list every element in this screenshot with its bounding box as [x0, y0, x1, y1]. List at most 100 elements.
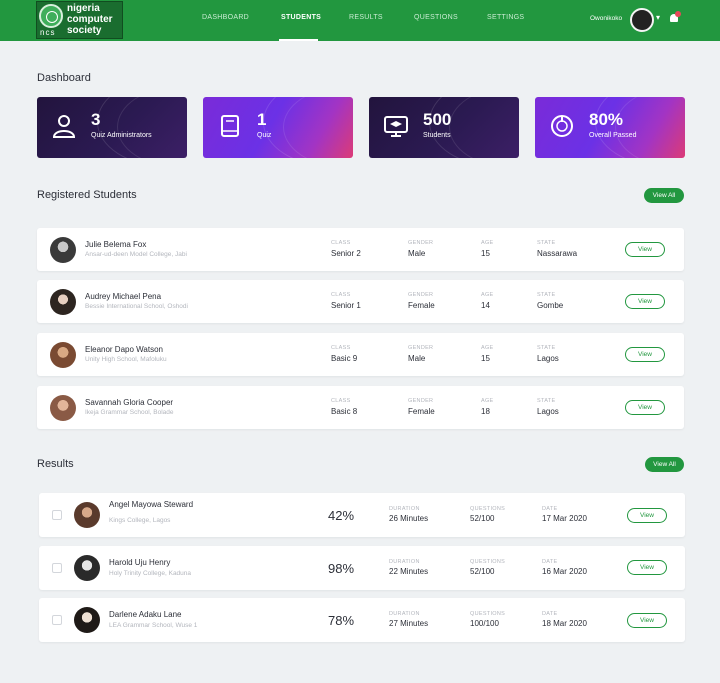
view-student-button[interactable]: View [625, 347, 665, 362]
view-result-button[interactable]: View [627, 508, 667, 523]
student-row[interactable]: Julie Belema Fox Ansar-ud-deen Model Col… [37, 228, 684, 271]
chevron-down-icon[interactable]: ▾ [656, 13, 660, 22]
student-name: Savannah Gloria Cooper [85, 398, 174, 407]
view-student-button[interactable]: View [625, 294, 665, 309]
date-value: 16 Mar 2020 [542, 567, 587, 576]
age-value: 15 [481, 354, 490, 363]
student-school: Bessie International School, Oshodi [85, 303, 188, 310]
nav-dashboard[interactable]: DASHBOARD [202, 14, 249, 21]
stat-card-students[interactable]: 500 Students [369, 97, 519, 158]
result-row[interactable]: Darlene Adaku Lane LEA Grammar School, W… [39, 598, 685, 642]
questions-value: 52/100 [470, 567, 495, 576]
dashboard-title: Dashboard [37, 72, 91, 84]
user-name[interactable]: Owonikoko [590, 15, 622, 22]
class-value: Senior 1 [331, 301, 361, 310]
questions-value: 52/100 [470, 514, 495, 523]
date-label: DATE [542, 559, 558, 565]
nav-questions[interactable]: QUESTIONS [414, 14, 458, 21]
view-result-button[interactable]: View [627, 560, 667, 575]
results-title: Results [37, 458, 74, 470]
avatar [74, 502, 100, 528]
student-school: Holy Trinity College, Kaduna [109, 570, 192, 577]
state-value: Lagos [537, 407, 559, 416]
top-navigation-bar: ncs nigeria computer society DASHBOARD S… [0, 0, 720, 41]
notification-bell-icon[interactable] [669, 11, 681, 25]
date-value: 18 Mar 2020 [542, 619, 587, 628]
avatar [74, 607, 100, 633]
monitor-graduation-cap-icon [384, 116, 408, 137]
score-percent: 98% [328, 561, 355, 576]
age-label: AGE [481, 292, 494, 298]
class-value: Senior 2 [331, 249, 361, 258]
view-all-students-button[interactable]: View All [644, 188, 684, 203]
duration-label: DURATION [389, 611, 420, 617]
nav-settings[interactable]: SETTINGS [487, 14, 524, 21]
questions-label: QUESTIONS [470, 611, 506, 617]
class-label: CLASS [331, 345, 351, 351]
row-checkbox[interactable] [52, 510, 62, 520]
questions-label: QUESTIONS [470, 506, 506, 512]
class-value: Basic 9 [331, 354, 358, 363]
age-label: AGE [481, 345, 494, 351]
student-row[interactable]: Audrey Michael Pena Bessie International… [37, 280, 684, 323]
result-row[interactable]: Harold Uju Henry Holy Trinity College, K… [39, 546, 685, 590]
gender-value: Female [408, 301, 435, 310]
stat-value: 500 [423, 110, 452, 129]
duration-value: 27 Minutes [389, 619, 429, 628]
student-name: Eleanor Dapo Watson [85, 345, 163, 354]
nav-students[interactable]: STUDENTS [281, 14, 321, 21]
avatar [50, 289, 76, 315]
view-student-button[interactable]: View [625, 242, 665, 257]
user-avatar[interactable] [630, 8, 654, 32]
age-label: AGE [481, 240, 494, 246]
student-school: LEA Grammar School, Wuse 1 [109, 622, 198, 629]
questions-value: 100/100 [470, 619, 499, 628]
duration-label: DURATION [389, 559, 420, 565]
stat-card-quiz-administrators[interactable]: 3 Quiz Administrators [37, 97, 187, 158]
stat-label: Quiz Administrators [91, 132, 152, 139]
gender-label: GENDER [408, 292, 434, 298]
questions-label: QUESTIONS [470, 559, 506, 565]
stat-card-quiz[interactable]: 1 Quiz [203, 97, 353, 158]
logo-abbreviation: ncs [40, 28, 56, 37]
user-icon [52, 115, 76, 138]
avatar [50, 342, 76, 368]
class-label: CLASS [331, 398, 351, 404]
gender-label: GENDER [408, 398, 434, 404]
gauge-icon [551, 115, 573, 137]
state-label: STATE [537, 345, 556, 351]
result-row[interactable]: Angel Mayowa Steward Kings College, Lago… [39, 493, 685, 537]
stat-label: Students [423, 132, 451, 139]
nav-results[interactable]: RESULTS [349, 14, 383, 21]
student-school: Kings College, Lagos [109, 517, 171, 524]
stat-label: Quiz [257, 132, 272, 139]
gender-value: Female [408, 407, 435, 416]
registered-students-title: Registered Students [37, 189, 137, 201]
row-checkbox[interactable] [52, 563, 62, 573]
score-percent: 42% [328, 508, 355, 523]
gender-value: Male [408, 354, 426, 363]
score-percent: 78% [328, 613, 355, 628]
class-label: CLASS [331, 240, 351, 246]
student-school: Ansar-ud-deen Model College, Jabi [85, 251, 187, 258]
stat-card-overall-passed[interactable]: 80% Overall Passed [535, 97, 685, 158]
duration-value: 22 Minutes [389, 567, 429, 576]
stat-value: 3 [91, 110, 101, 129]
view-result-button[interactable]: View [627, 613, 667, 628]
stat-label: Overall Passed [589, 132, 637, 139]
ncs-logo[interactable]: ncs nigeria computer society [36, 1, 123, 39]
view-student-button[interactable]: View [625, 400, 665, 415]
view-all-results-button[interactable]: View All [645, 457, 684, 472]
duration-label: DURATION [389, 506, 420, 512]
row-checkbox[interactable] [52, 615, 62, 625]
stat-value: 80% [589, 110, 624, 129]
student-name: Darlene Adaku Lane [109, 610, 182, 619]
ncs-seal-icon [39, 4, 63, 28]
duration-value: 26 Minutes [389, 514, 429, 523]
student-row[interactable]: Eleanor Dapo Watson Unity High School, M… [37, 333, 684, 376]
student-row[interactable]: Savannah Gloria Cooper Ikeja Grammar Sch… [37, 386, 684, 429]
state-label: STATE [537, 292, 556, 298]
age-value: 15 [481, 249, 490, 258]
notification-badge [675, 11, 681, 17]
logo-text: nigeria computer society [67, 3, 113, 36]
